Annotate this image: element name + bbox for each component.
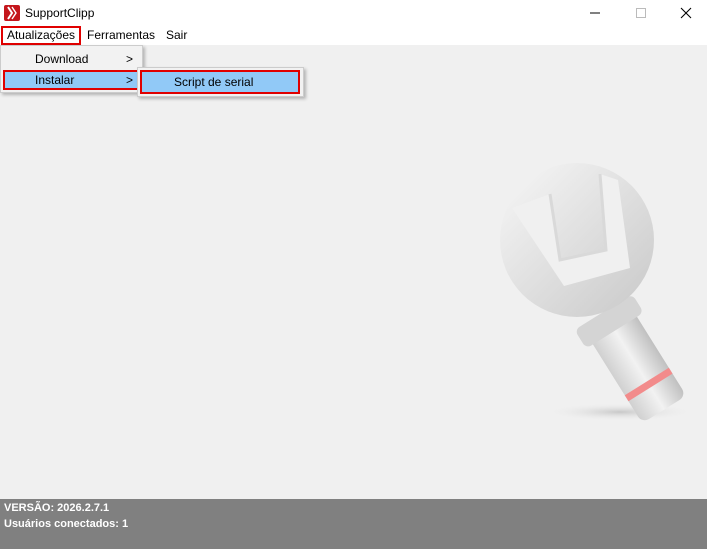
menu-item-download[interactable]: Download > (3, 49, 139, 69)
close-button[interactable] (663, 0, 707, 26)
chevron-right-icon: > (125, 52, 133, 66)
atualizacoes-dropdown: Download > Instalar > (0, 45, 143, 93)
menu-item-instalar[interactable]: Instalar > (3, 70, 139, 90)
menu-bar: Atualizações Ferramentas Sair (0, 26, 707, 45)
minimize-icon (590, 12, 600, 14)
connected-users-text: Usuários conectados: 1 (4, 518, 129, 530)
menu-item-instalar-label: Instalar (35, 73, 75, 87)
minimize-button[interactable] (572, 0, 618, 26)
maximize-button[interactable] (618, 0, 664, 26)
wrench-icon (490, 158, 700, 431)
menu-sair[interactable]: Sair (160, 26, 193, 45)
menu-item-download-label: Download (35, 52, 89, 66)
app-logo-icon (4, 5, 20, 21)
maximize-icon (636, 8, 646, 18)
chevron-right-icon: > (125, 73, 133, 87)
menu-atualizacoes[interactable]: Atualizações (1, 26, 81, 45)
close-icon (680, 7, 692, 19)
title-bar: SupportClipp (0, 0, 707, 26)
status-bar: VERSÃO: 2026.2.7.1 Usuários conectados: … (0, 499, 707, 549)
menu-ferramentas[interactable]: Ferramentas (81, 26, 161, 45)
instalar-submenu: Script de serial (137, 67, 304, 97)
version-text: VERSÃO: 2026.2.7.1 (4, 502, 110, 514)
window-title: SupportClipp (25, 6, 95, 20)
menu-item-script-de-serial[interactable]: Script de serial (140, 70, 300, 94)
